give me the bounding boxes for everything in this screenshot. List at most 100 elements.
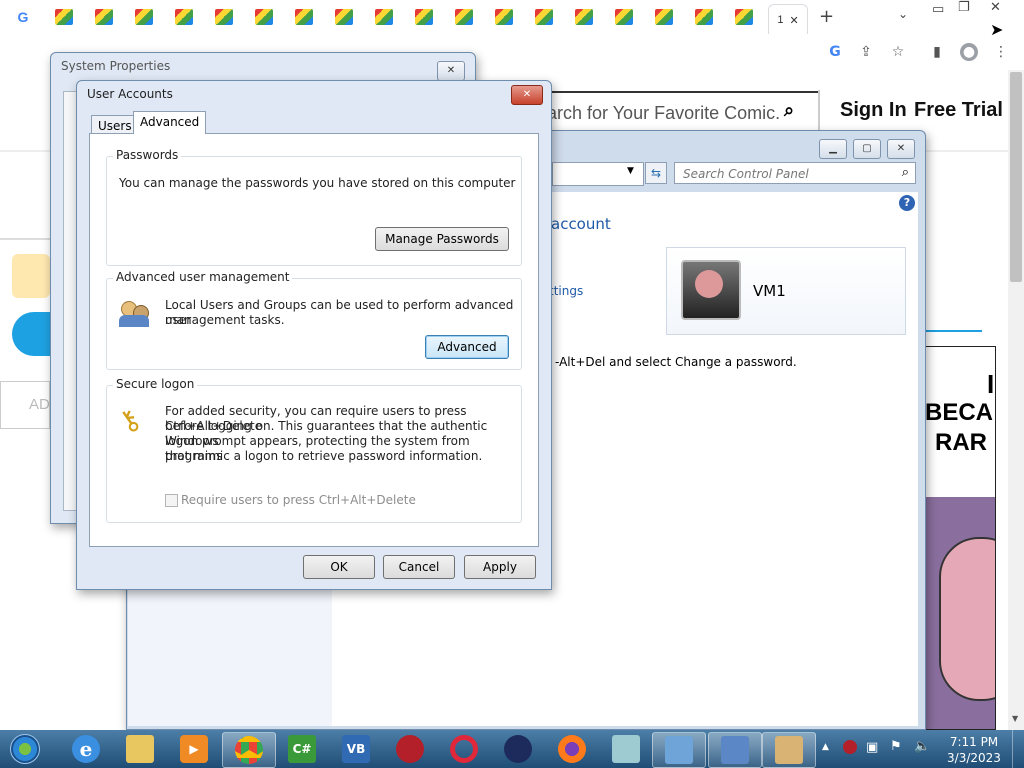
start-button[interactable]: [0, 732, 50, 766]
taskbar-opera[interactable]: [438, 732, 490, 766]
close-icon[interactable]: ✕: [437, 61, 465, 81]
ok-button[interactable]: OK: [303, 555, 375, 579]
taskbar-app[interactable]: [492, 732, 544, 766]
google-tab[interactable]: G: [10, 6, 36, 28]
scroll-down-arrow-icon[interactable]: ▼: [1012, 714, 1018, 723]
tab-advanced[interactable]: Advanced: [133, 111, 207, 134]
taskbar-visual-basic[interactable]: VB: [330, 732, 382, 766]
comic-tab[interactable]: [451, 6, 477, 28]
apply-button[interactable]: Apply: [464, 555, 536, 579]
restore-icon[interactable]: ❐: [958, 0, 970, 15]
vb-icon: VB: [342, 735, 370, 763]
comic-tab[interactable]: [91, 6, 117, 28]
comic-tab[interactable]: [651, 6, 677, 28]
comic-tab[interactable]: [611, 6, 637, 28]
comic-tab[interactable]: [331, 6, 357, 28]
settings-link[interactable]: ttings: [549, 284, 583, 298]
tab-users[interactable]: Users: [91, 115, 139, 134]
taskbar-control-panel[interactable]: [652, 732, 706, 768]
taskbar-app[interactable]: [384, 732, 436, 766]
group-label: Secure logon: [113, 377, 198, 391]
profile-icon[interactable]: ●: [960, 43, 978, 61]
tab-search-chevron-icon[interactable]: ⌄: [898, 7, 908, 21]
share-icon[interactable]: ⇪: [857, 43, 875, 61]
control-panel-search-input[interactable]: Search Control Panel ⌕: [674, 162, 916, 184]
minimize-icon[interactable]: ▭: [932, 2, 944, 17]
close-tab-icon[interactable]: ✕: [789, 14, 798, 27]
mouse-cursor-icon: ➤: [990, 20, 1004, 39]
taskbar-file-explorer[interactable]: [114, 732, 166, 766]
passwords-group: Passwords You can manage the passwords y…: [106, 148, 522, 266]
divider: [818, 90, 820, 132]
clock[interactable]: 7:11 PM 3/3/2023: [944, 734, 1004, 766]
manage-passwords-button[interactable]: Manage Passwords: [375, 227, 509, 251]
taskbar-user-accounts[interactable]: [762, 732, 816, 768]
comic-tab[interactable]: [411, 6, 437, 28]
network-icon[interactable]: ▣: [866, 740, 878, 755]
taskbar-chrome[interactable]: [222, 732, 276, 768]
show-hidden-icons-icon[interactable]: ▲: [822, 742, 829, 752]
windows-logo-icon: [10, 734, 40, 764]
minimize-icon[interactable]: ▁: [819, 139, 847, 159]
csharp-icon: C#: [288, 735, 316, 763]
search-icon[interactable]: ⌕: [784, 100, 794, 121]
new-tab-icon[interactable]: +: [819, 6, 834, 27]
cancel-button[interactable]: Cancel: [383, 555, 455, 579]
comic-text: I: [987, 369, 995, 399]
taskbar-internet-explorer[interactable]: e: [60, 732, 112, 766]
help-icon[interactable]: ?: [899, 195, 915, 211]
search-icon[interactable]: ⌕: [902, 165, 909, 180]
scrollbar-thumb[interactable]: [1010, 72, 1022, 282]
comic-tab[interactable]: [51, 6, 77, 28]
volume-icon[interactable]: 🔈: [914, 739, 930, 754]
maximize-icon[interactable]: ▢: [853, 139, 881, 159]
taskbar-system-properties[interactable]: [708, 732, 762, 768]
comic-tab[interactable]: [211, 6, 237, 28]
internet-explorer-icon: e: [72, 735, 100, 763]
comic-tab[interactable]: [291, 6, 317, 28]
action-center-flag-icon[interactable]: ⚑: [890, 739, 902, 754]
comic-tab[interactable]: [171, 6, 197, 28]
taskbar-firefox[interactable]: [546, 732, 598, 766]
tray-app-icon[interactable]: [843, 740, 857, 754]
active-tab[interactable]: 1 ✕: [768, 4, 808, 35]
comic-favicon-icon: [95, 9, 113, 25]
side-panel-icon[interactable]: ▮: [928, 43, 946, 61]
comic-tab[interactable]: [571, 6, 597, 28]
refresh-icon[interactable]: ⇆: [645, 162, 667, 184]
folder-icon: [126, 735, 154, 763]
blue-button[interactable]: [12, 312, 52, 356]
app-dark-icon: [504, 735, 532, 763]
close-icon[interactable]: ✕: [511, 85, 543, 105]
sign-in-link[interactable]: Sign In: [840, 99, 907, 122]
taskbar-app[interactable]: [600, 732, 652, 766]
comic-tab[interactable]: [131, 6, 157, 28]
comic-tab[interactable]: [731, 6, 757, 28]
advanced-button[interactable]: Advanced: [425, 335, 509, 359]
chevron-down-icon[interactable]: ▼: [627, 166, 634, 176]
site-search-input[interactable]: arch for Your Favorite Comic.: [520, 91, 818, 135]
clock-date: 3/3/2023: [947, 751, 1001, 765]
computer-icon: [721, 736, 749, 764]
comic-tab[interactable]: [491, 6, 517, 28]
bookmark-star-icon[interactable]: ☆: [889, 43, 907, 61]
notes-icon: [612, 735, 640, 763]
free-trial-link[interactable]: Free Trial: [914, 99, 1003, 122]
close-window-icon[interactable]: ✕: [990, 0, 1001, 15]
comic-tab[interactable]: [371, 6, 397, 28]
window-title: User Accounts: [87, 87, 173, 101]
show-desktop-button[interactable]: [1012, 730, 1024, 768]
comic-tab[interactable]: [691, 6, 717, 28]
close-icon[interactable]: ✕: [887, 139, 915, 159]
comic-favicon-icon: [255, 9, 273, 25]
comic-tab[interactable]: [251, 6, 277, 28]
ctrl-alt-del-checkbox[interactable]: [165, 494, 178, 507]
checkbox-label[interactable]: Require users to press Ctrl+Alt+Delete: [181, 493, 416, 508]
taskbar-media-player[interactable]: ▶: [168, 732, 220, 766]
user-card: VM1: [666, 247, 906, 335]
taskbar-visual-csharp[interactable]: C#: [276, 732, 328, 766]
comic-favicon-icon: [455, 9, 473, 25]
google-lens-icon[interactable]: G: [826, 43, 844, 61]
menu-kebab-icon[interactable]: ⋮: [992, 43, 1010, 61]
comic-tab[interactable]: [531, 6, 557, 28]
